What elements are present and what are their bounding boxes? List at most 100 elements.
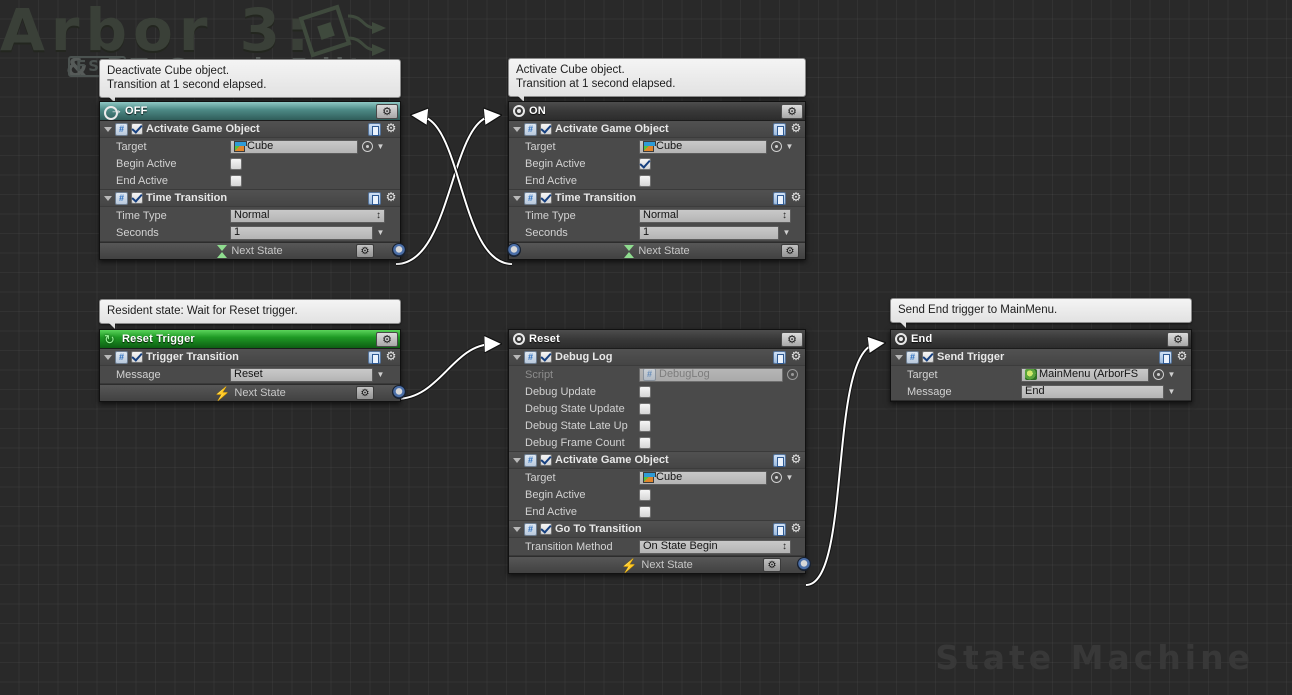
behaviour-enabled-checkbox[interactable] bbox=[131, 192, 143, 204]
state-node-off-settings-gear-icon[interactable]: ⚙ bbox=[376, 104, 398, 119]
target-object-field[interactable]: Cube bbox=[639, 471, 767, 485]
seconds-input[interactable]: 1 bbox=[230, 226, 373, 240]
help-book-icon[interactable] bbox=[773, 123, 786, 136]
behaviour-gear-icon[interactable]: ⚙ bbox=[384, 122, 398, 136]
chevron-down-icon[interactable]: ▼ bbox=[376, 228, 385, 238]
behaviour-enabled-checkbox[interactable] bbox=[540, 523, 552, 535]
chevron-down-icon[interactable]: ▼ bbox=[376, 142, 385, 152]
foldout-triangle-icon[interactable] bbox=[104, 196, 112, 201]
object-picker-icon[interactable] bbox=[771, 472, 782, 483]
behaviour-gear-icon[interactable]: ⚙ bbox=[789, 522, 803, 536]
state-node-reset-header[interactable]: Reset ⚙ bbox=[509, 330, 805, 349]
behaviour-header[interactable]: # Time Transition ⚙ bbox=[100, 190, 400, 207]
chevron-down-icon[interactable]: ▼ bbox=[1167, 387, 1176, 397]
foldout-triangle-icon[interactable] bbox=[513, 527, 521, 532]
behaviour-header[interactable]: # Send Trigger ⚙ bbox=[891, 349, 1191, 366]
help-book-icon[interactable] bbox=[773, 523, 786, 536]
behaviour-gear-icon[interactable]: ⚙ bbox=[384, 350, 398, 364]
help-book-icon[interactable] bbox=[368, 351, 381, 364]
foldout-triangle-icon[interactable] bbox=[104, 355, 112, 360]
behaviour-enabled-checkbox[interactable] bbox=[131, 123, 143, 135]
help-book-icon[interactable] bbox=[368, 192, 381, 205]
chevron-down-icon[interactable]: ▼ bbox=[1167, 370, 1176, 380]
state-node-on[interactable]: ON ⚙ # Activate Game Object ⚙ Target bbox=[508, 101, 806, 260]
behaviour-enabled-checkbox[interactable] bbox=[540, 351, 552, 363]
state-node-reset-footer[interactable]: ⚡ Next State ⚙ bbox=[509, 556, 805, 573]
help-book-icon[interactable] bbox=[1159, 351, 1172, 364]
comment-off[interactable]: Deactivate Cube object. Transition at 1 … bbox=[99, 59, 401, 98]
port-target-in[interactable] bbox=[872, 372, 896, 388]
foldout-triangle-icon[interactable] bbox=[513, 355, 521, 360]
time-type-dropdown[interactable]: Normal bbox=[639, 209, 791, 223]
foldout-triangle-icon[interactable] bbox=[513, 458, 521, 463]
state-node-on-settings-gear-icon[interactable]: ⚙ bbox=[781, 104, 803, 119]
state-node-on-header[interactable]: ON ⚙ bbox=[509, 102, 805, 121]
time-type-dropdown[interactable]: Normal bbox=[230, 209, 385, 223]
behaviour-enabled-checkbox[interactable] bbox=[922, 351, 934, 363]
begin-active-checkbox[interactable] bbox=[639, 489, 651, 501]
transition-out-knob[interactable] bbox=[797, 557, 811, 571]
foldout-triangle-icon[interactable] bbox=[104, 127, 112, 132]
end-active-checkbox[interactable] bbox=[639, 506, 651, 518]
port-seconds-in[interactable] bbox=[490, 236, 514, 252]
behaviour-enabled-checkbox[interactable] bbox=[540, 454, 552, 466]
comment-reset-trigger[interactable]: Resident state: Wait for Reset trigger. bbox=[99, 299, 401, 324]
target-object-field[interactable]: Cube bbox=[230, 140, 358, 154]
behaviour-gear-icon[interactable]: ⚙ bbox=[789, 350, 803, 364]
behaviour-header[interactable]: # Trigger Transition ⚙ bbox=[100, 349, 400, 366]
port-target-in[interactable] bbox=[490, 142, 514, 158]
help-book-icon[interactable] bbox=[773, 351, 786, 364]
transition-method-dropdown[interactable]: On State Begin bbox=[639, 540, 791, 554]
chevron-down-icon[interactable]: ▼ bbox=[785, 142, 794, 152]
footer-gear-icon[interactable]: ⚙ bbox=[356, 386, 374, 400]
chevron-down-icon[interactable]: ▼ bbox=[785, 473, 794, 483]
begin-active-checkbox[interactable] bbox=[230, 158, 242, 170]
chevron-down-icon[interactable]: ▼ bbox=[782, 228, 791, 238]
behaviour-enabled-checkbox[interactable] bbox=[131, 351, 143, 363]
state-node-end[interactable]: End ⚙ # Send Trigger ⚙ Target bbox=[890, 329, 1192, 402]
behaviour-gear-icon[interactable]: ⚙ bbox=[789, 122, 803, 136]
port-target-in[interactable] bbox=[81, 142, 105, 158]
debug-frame-count-checkbox[interactable] bbox=[639, 437, 651, 449]
port-seconds-in[interactable] bbox=[81, 236, 105, 252]
target-object-field[interactable]: Cube bbox=[639, 140, 767, 154]
state-node-off-header[interactable]: OFF ⚙ bbox=[100, 102, 400, 121]
port-message-in[interactable] bbox=[872, 390, 896, 406]
state-node-reset-trigger-header[interactable]: ↻ Reset Trigger ⚙ bbox=[100, 330, 400, 349]
help-book-icon[interactable] bbox=[773, 454, 786, 467]
state-node-reset-settings-gear-icon[interactable]: ⚙ bbox=[781, 332, 803, 347]
state-node-reset-trigger[interactable]: ↻ Reset Trigger ⚙ # Trigger Transition ⚙… bbox=[99, 329, 401, 402]
port-target-in[interactable] bbox=[490, 483, 514, 499]
footer-gear-icon[interactable]: ⚙ bbox=[781, 244, 799, 258]
state-node-reset[interactable]: Reset ⚙ # Debug Log ⚙ Script # bbox=[508, 329, 806, 574]
state-node-reset-trigger-footer[interactable]: ⚡ Next State ⚙ bbox=[100, 384, 400, 401]
footer-gear-icon[interactable]: ⚙ bbox=[356, 244, 374, 258]
behaviour-header[interactable]: # Go To Transition ⚙ bbox=[509, 521, 805, 538]
foldout-triangle-icon[interactable] bbox=[513, 196, 521, 201]
comment-on[interactable]: Activate Cube object. Transition at 1 se… bbox=[508, 58, 806, 97]
debug-state-late-update-checkbox[interactable] bbox=[639, 420, 651, 432]
debug-state-update-checkbox[interactable] bbox=[639, 403, 651, 415]
message-input[interactable]: Reset bbox=[230, 368, 373, 382]
footer-gear-icon[interactable]: ⚙ bbox=[763, 558, 781, 572]
behaviour-gear-icon[interactable]: ⚙ bbox=[789, 453, 803, 467]
behaviour-enabled-checkbox[interactable] bbox=[540, 123, 552, 135]
help-book-icon[interactable] bbox=[368, 123, 381, 136]
behaviour-header[interactable]: # Activate Game Object ⚙ bbox=[100, 121, 400, 138]
object-picker-icon[interactable] bbox=[362, 141, 373, 152]
state-node-reset-trigger-settings-gear-icon[interactable]: ⚙ bbox=[376, 332, 398, 347]
behaviour-header[interactable]: # Time Transition ⚙ bbox=[509, 190, 805, 207]
foldout-triangle-icon[interactable] bbox=[513, 127, 521, 132]
port-message-in[interactable] bbox=[81, 372, 105, 388]
state-node-end-header[interactable]: End ⚙ bbox=[891, 330, 1191, 349]
begin-active-checkbox[interactable] bbox=[639, 158, 651, 170]
behaviour-header[interactable]: # Activate Game Object ⚙ bbox=[509, 452, 805, 469]
chevron-down-icon[interactable]: ▼ bbox=[376, 370, 385, 380]
object-picker-icon[interactable] bbox=[1153, 369, 1164, 380]
transition-out-knob[interactable] bbox=[392, 243, 406, 257]
end-active-checkbox[interactable] bbox=[639, 175, 651, 187]
state-node-end-settings-gear-icon[interactable]: ⚙ bbox=[1167, 332, 1189, 347]
state-node-off-footer[interactable]: Next State ⚙ bbox=[100, 242, 400, 259]
object-picker-icon[interactable] bbox=[771, 141, 782, 152]
foldout-triangle-icon[interactable] bbox=[895, 355, 903, 360]
